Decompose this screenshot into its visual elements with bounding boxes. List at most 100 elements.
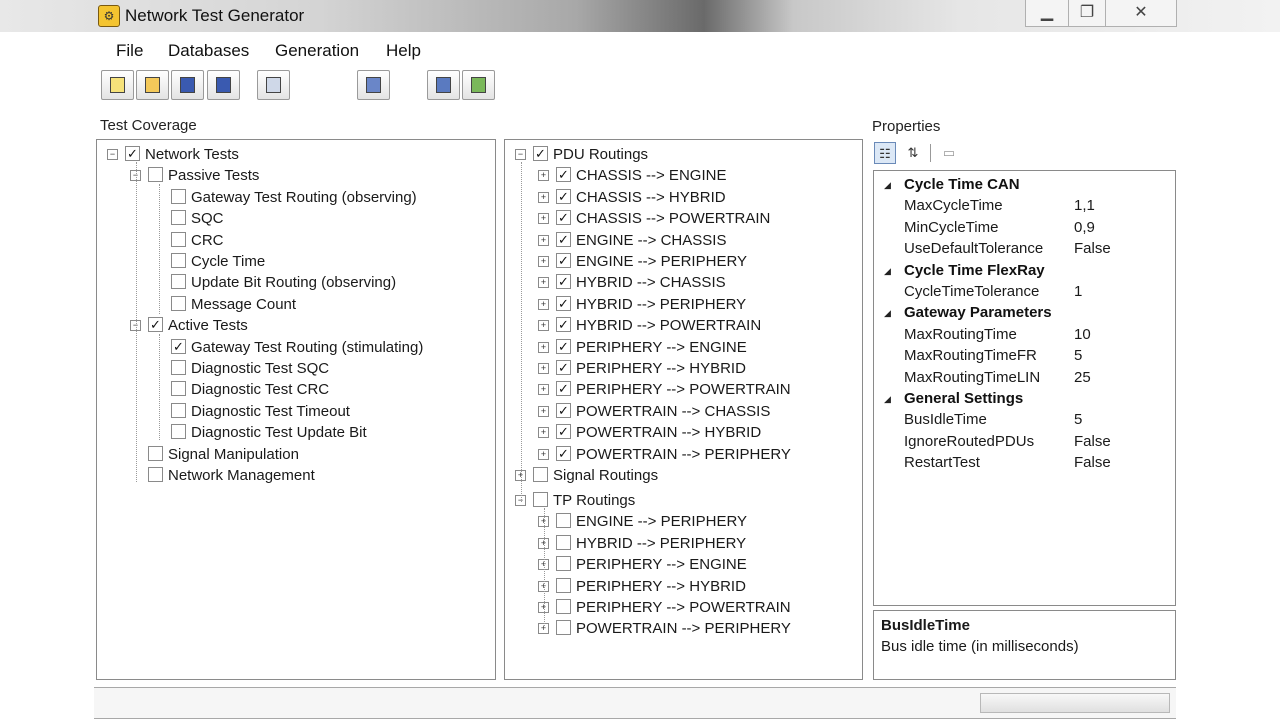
property-value[interactable]: 10 <box>1074 326 1091 343</box>
tree-checkbox[interactable] <box>171 253 186 268</box>
property-name[interactable]: MaxRoutingTimeLIN <box>904 369 1040 386</box>
tree-checkbox[interactable] <box>533 492 548 507</box>
tree-checkbox[interactable]: ✓ <box>556 274 571 290</box>
tree-checkbox[interactable] <box>171 424 186 440</box>
property-value[interactable]: False <box>1074 433 1111 450</box>
tree-checkbox[interactable]: ✓ <box>556 445 571 461</box>
tree-node[interactable]: + ENGINE --> PERIPHERY <box>505 511 862 532</box>
property-name[interactable]: IgnoreRoutedPDUs <box>904 433 1034 450</box>
tree-checkbox[interactable]: ✓ <box>533 146 548 161</box>
tree-node[interactable]: + ✓ PERIPHERY --> ENGINE <box>505 337 862 358</box>
expand-icon[interactable]: + <box>538 427 549 439</box>
property-name[interactable]: MaxCycleTime <box>904 197 1003 214</box>
report-button[interactable] <box>462 70 495 100</box>
expand-icon[interactable]: + <box>538 234 549 246</box>
tree-checkbox[interactable]: ✓ <box>556 295 571 311</box>
property-category[interactable]: Cycle Time CAN <box>904 176 1020 193</box>
tree-checkbox[interactable] <box>556 577 571 593</box>
tree-node[interactable]: + ✓ HYBRID --> CHASSIS <box>505 272 862 293</box>
collapse-category-icon[interactable]: ◢ <box>884 394 891 405</box>
expand-icon[interactable]: + <box>538 213 549 225</box>
property-grid[interactable]: ◢ Cycle Time CAN MaxCycleTime 1,1 MinCycleTi… <box>873 170 1176 606</box>
expand-icon[interactable]: + <box>538 405 549 417</box>
routings-tree[interactable]: − ✓ PDU Routings + ✓ CHASSIS --> ENGINE + ✓ CHAS… <box>504 139 863 680</box>
tree-node[interactable]: + ✓ POWERTRAIN --> CHASSIS <box>505 401 862 422</box>
tree-node[interactable]: − ✓ Active Tests <box>97 315 495 336</box>
maximize-button[interactable]: ❐ <box>1068 0 1106 27</box>
tree-checkbox[interactable] <box>171 360 186 375</box>
property-value[interactable]: 0,9 <box>1074 219 1095 236</box>
property-name[interactable]: CycleTimeTolerance <box>904 283 1039 300</box>
tree-checkbox[interactable]: ✓ <box>556 360 571 375</box>
tree-node[interactable]: + ✓ ENGINE --> CHASSIS <box>505 230 862 251</box>
tree-checkbox[interactable]: ✓ <box>556 381 571 397</box>
tree-node[interactable]: + ✓ PERIPHERY --> POWERTRAIN <box>505 379 862 400</box>
tree-checkbox[interactable]: ✓ <box>171 338 186 354</box>
tree-node[interactable]: Update Bit Routing (observing) <box>97 272 495 293</box>
tree-node[interactable]: + PERIPHERY --> ENGINE <box>505 554 862 575</box>
tree-checkbox[interactable] <box>171 210 186 226</box>
tree-checkbox[interactable] <box>533 467 548 482</box>
tree-node[interactable]: − TP Routings <box>505 490 862 511</box>
property-category[interactable]: General Settings <box>904 390 1023 407</box>
tree-node[interactable]: + PERIPHERY --> HYBRID <box>505 576 862 597</box>
tree-checkbox[interactable] <box>171 295 186 311</box>
property-name[interactable]: UseDefaultTolerance <box>904 240 1043 257</box>
tree-node[interactable]: + ✓ POWERTRAIN --> HYBRID <box>505 422 862 443</box>
tree-checkbox[interactable]: ✓ <box>125 146 140 161</box>
property-pages-icon[interactable]: ▭ <box>938 142 960 164</box>
expand-icon[interactable]: + <box>538 191 549 203</box>
expand-icon[interactable]: + <box>538 277 549 289</box>
tree-node[interactable]: − Passive Tests <box>97 165 495 186</box>
menu-file[interactable]: File <box>116 41 143 61</box>
tree-node[interactable]: + ✓ CHASSIS --> ENGINE <box>505 165 862 186</box>
tree-checkbox[interactable] <box>171 188 186 204</box>
collapse-category-icon[interactable]: ◢ <box>884 308 891 319</box>
tree-checkbox[interactable] <box>171 231 186 247</box>
tree-checkbox[interactable] <box>148 467 163 482</box>
generate-button[interactable] <box>357 70 390 100</box>
save-button[interactable] <box>171 70 204 100</box>
tree-checkbox[interactable] <box>556 556 571 572</box>
tree-checkbox[interactable] <box>171 402 186 418</box>
new-file-button[interactable] <box>101 70 134 100</box>
tree-checkbox[interactable] <box>171 274 186 290</box>
property-value[interactable]: 1,1 <box>1074 197 1095 214</box>
tree-node[interactable]: Diagnostic Test Update Bit <box>97 422 495 443</box>
property-value[interactable]: False <box>1074 454 1111 471</box>
tree-checkbox[interactable]: ✓ <box>556 338 571 354</box>
tree-node[interactable]: + HYBRID --> PERIPHERY <box>505 533 862 554</box>
tree-node[interactable]: CRC <box>97 230 495 251</box>
property-name[interactable]: MinCycleTime <box>904 219 998 236</box>
expand-icon[interactable]: + <box>538 341 549 353</box>
tree-node[interactable]: Cycle Time <box>97 251 495 272</box>
tree-checkbox[interactable] <box>556 534 571 550</box>
expand-icon[interactable]: + <box>538 363 549 374</box>
tree-checkbox[interactable] <box>556 513 571 529</box>
tree-node[interactable]: + ✓ ENGINE --> PERIPHERY <box>505 251 862 272</box>
collapse-category-icon[interactable]: ◢ <box>884 180 891 191</box>
tree-checkbox[interactable] <box>148 167 163 183</box>
property-category[interactable]: Gateway Parameters <box>904 304 1052 321</box>
property-name[interactable]: RestartTest <box>904 454 980 471</box>
property-value[interactable]: 1 <box>1074 283 1082 300</box>
menu-generation[interactable]: Generation <box>275 41 359 61</box>
collapse-icon[interactable]: − <box>107 149 118 160</box>
tree-checkbox[interactable]: ✓ <box>556 167 571 183</box>
tree-checkbox[interactable]: ✓ <box>556 231 571 247</box>
tree-node[interactable]: − ✓ Network Tests <box>97 144 495 165</box>
property-value[interactable]: 25 <box>1074 369 1091 386</box>
tree-checkbox[interactable] <box>556 599 571 614</box>
menu-databases[interactable]: Databases <box>168 41 249 61</box>
tree-node[interactable]: − ✓ PDU Routings <box>505 144 862 165</box>
categorized-icon[interactable]: ☷ <box>874 142 896 164</box>
tree-checkbox[interactable] <box>556 620 571 636</box>
tree-checkbox[interactable]: ✓ <box>556 253 571 268</box>
tree-node[interactable]: + ✓ CHASSIS --> HYBRID <box>505 187 862 208</box>
tree-node[interactable]: + ✓ HYBRID --> POWERTRAIN <box>505 315 862 336</box>
tree-node[interactable]: + ✓ HYBRID --> PERIPHERY <box>505 294 862 315</box>
tree-node[interactable]: ✓ Gateway Test Routing (stimulating) <box>97 337 495 358</box>
collapse-icon[interactable]: − <box>515 149 526 160</box>
property-name[interactable]: MaxRoutingTimeFR <box>904 347 1037 364</box>
expand-icon[interactable]: + <box>538 448 549 460</box>
